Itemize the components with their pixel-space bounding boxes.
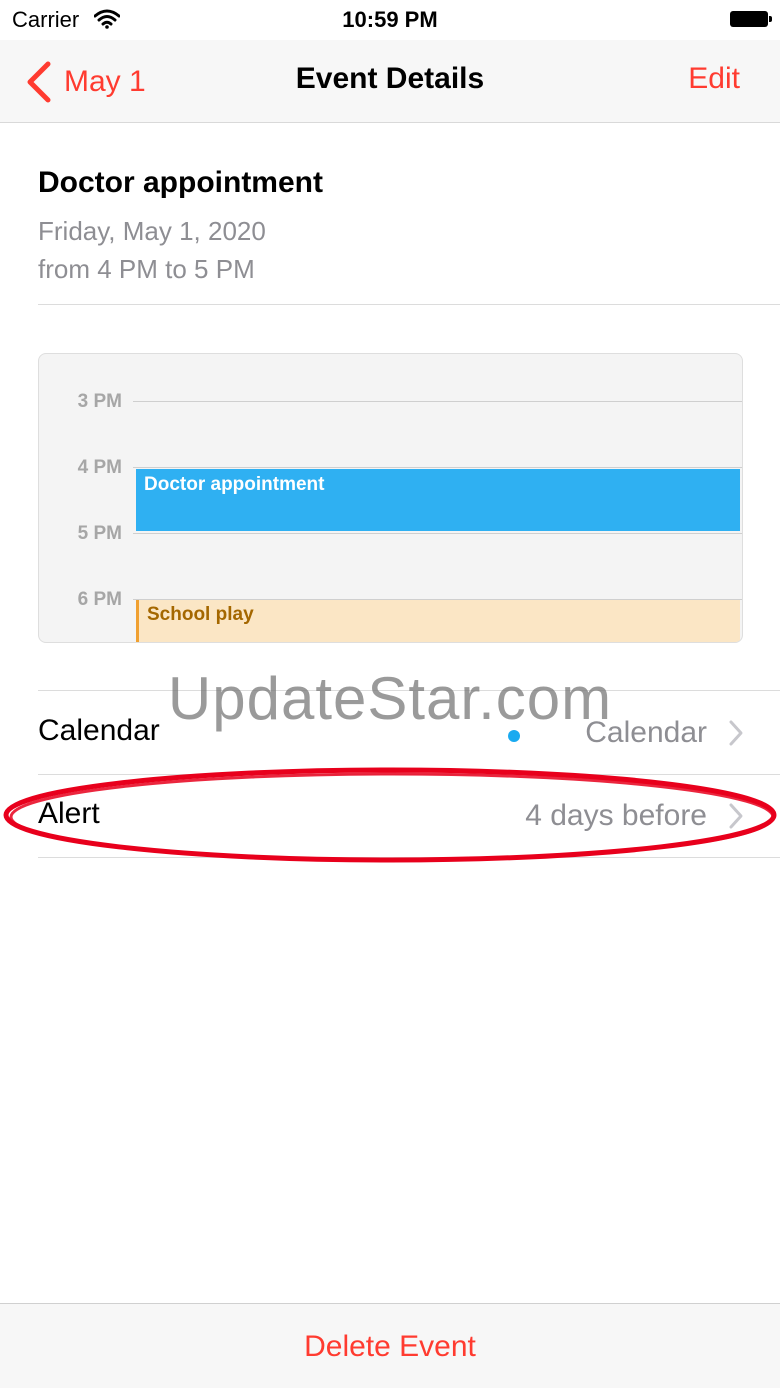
divider [38, 857, 780, 858]
alert-row-value: 4 days before [525, 799, 707, 832]
event-block-school-play[interactable]: School play [136, 600, 740, 642]
hour-line [133, 401, 742, 402]
page-title: Event Details [295, 62, 485, 95]
hour-line [133, 533, 742, 534]
event-block-title: School play [147, 604, 254, 625]
alert-row[interactable]: Alert 4 days before [38, 775, 780, 857]
hour-label: 3 PM [77, 391, 122, 412]
alert-row-label: Alert [38, 797, 100, 830]
status-bar: Carrier 10:59 PM [0, 0, 780, 40]
edit-button[interactable]: Edit [688, 62, 740, 96]
event-time-range: from 4 PM to 5 PM [38, 254, 255, 284]
hour-label: 5 PM [77, 523, 122, 544]
navigation-bar: May 1 Event Details Edit [0, 40, 780, 123]
hour-label: 6 PM [77, 589, 122, 610]
event-block-doctor-appointment[interactable]: Doctor appointment [136, 469, 740, 531]
event-title: Doctor appointment [38, 166, 323, 199]
day-preview[interactable]: 3 PM 4 PM 5 PM 6 PM Doctor appointment S… [38, 353, 743, 643]
bottom-toolbar: Delete Event [0, 1303, 780, 1388]
hour-line [133, 467, 742, 468]
battery-icon [730, 11, 772, 27]
watermark: UpdateStar.com [167, 665, 613, 732]
status-time: 10:59 PM [342, 7, 438, 32]
hour-label: 4 PM [77, 457, 122, 478]
delete-event-button[interactable]: Delete Event [0, 1330, 780, 1364]
event-date: Friday, May 1, 2020 [38, 216, 266, 246]
event-block-title: Doctor appointment [144, 474, 325, 495]
chevron-right-icon [729, 803, 743, 829]
divider [38, 304, 780, 305]
